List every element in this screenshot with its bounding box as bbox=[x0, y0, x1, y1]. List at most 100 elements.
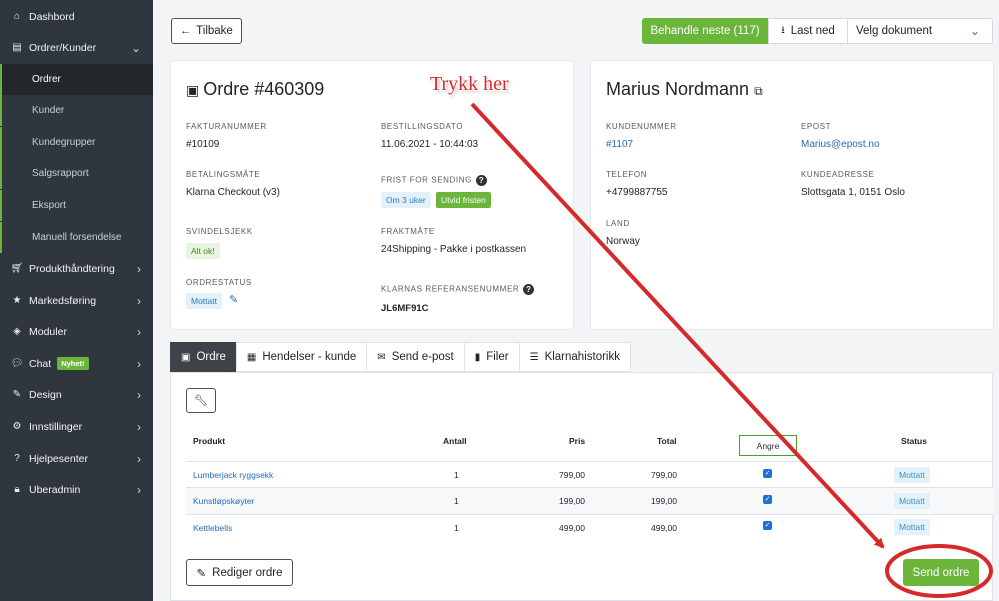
email-label: EPOST bbox=[801, 122, 832, 131]
sidebar-item-moduler[interactable]: ◈ Moduler › bbox=[0, 316, 153, 347]
product-link[interactable]: Kettlebells bbox=[193, 523, 232, 533]
deadline-label: FRIST FOR SENDING? bbox=[381, 175, 487, 186]
process-next-button[interactable]: Behandle neste (117) bbox=[642, 18, 768, 44]
sidebar-item-markedsforing[interactable]: ★ Markedsføring › bbox=[0, 285, 153, 316]
undo-checkbox[interactable]: ✓ bbox=[763, 495, 772, 504]
back-button[interactable]: ← Tilbake bbox=[171, 18, 242, 44]
customer-number-link[interactable]: #1107 bbox=[606, 139, 633, 150]
sidebar-subitem-manuell-forsendelse[interactable]: Manuell forsendelse bbox=[0, 222, 153, 253]
download-icon: ⭳ bbox=[781, 24, 785, 36]
col-header-product: Produkt bbox=[193, 436, 226, 446]
chevron-down-icon: ⌄ bbox=[130, 41, 141, 55]
product-link[interactable]: Lumberjack ryggsekk bbox=[193, 470, 273, 480]
deadline-badge: Om 3 uker bbox=[381, 192, 431, 208]
shipping-value: 24Shipping - Pakke i postkassen bbox=[381, 244, 527, 255]
chevron-right-icon: › bbox=[137, 262, 141, 276]
customer-number-label: KUNDENUMMER bbox=[606, 122, 677, 131]
download-button[interactable]: ⭳ Last ned bbox=[768, 18, 848, 44]
copy-icon[interactable]: ⧉ bbox=[754, 84, 763, 98]
chat-icon: 💬︎ bbox=[10, 358, 24, 369]
help-icon[interactable]: ? bbox=[475, 175, 487, 186]
calendar-icon: ▦ bbox=[246, 351, 257, 363]
undo-checkbox[interactable]: ✓ bbox=[763, 469, 772, 478]
table-divider bbox=[186, 461, 994, 462]
col-header-undo: Angre bbox=[739, 435, 797, 456]
price-cell: 799,00 bbox=[559, 470, 585, 480]
sidebar-subitem-eksport[interactable]: Eksport bbox=[0, 190, 153, 221]
chevron-down-icon: ⌄ bbox=[969, 24, 980, 38]
phone-label: TELEFON bbox=[606, 170, 648, 179]
status-badge: Mottatt bbox=[894, 467, 930, 483]
wrench-icon: 🔧︎ bbox=[194, 395, 208, 407]
country-value: Norway bbox=[606, 236, 640, 247]
undo-checkbox[interactable]: ✓ bbox=[763, 521, 772, 530]
chevron-right-icon: › bbox=[137, 294, 141, 308]
table-row bbox=[186, 488, 994, 514]
arrow-left-icon: ← bbox=[180, 25, 192, 37]
sidebar: ⌂ Dashbord ▤ Ordrer/Kunder ⌄ Ordrer Kunder… bbox=[0, 0, 153, 601]
email-link[interactable]: Marius@epost.no bbox=[801, 139, 880, 150]
sidebar-item-chat[interactable]: 💬︎ Chat Nyhet! › bbox=[0, 348, 153, 379]
sidebar-item-hjelpesenter[interactable]: ? Hjelpesenter › bbox=[0, 443, 153, 474]
envelope-icon: ✉ bbox=[377, 351, 386, 363]
chevron-right-icon: › bbox=[137, 388, 141, 402]
pencil-icon: ✎ bbox=[12, 389, 22, 400]
product-link[interactable]: Kunstløpskøyter bbox=[193, 496, 254, 506]
edit-status-icon[interactable]: ✎ bbox=[229, 293, 238, 306]
order-status-badge: Mottatt bbox=[186, 293, 222, 309]
fraud-status-badge: Alt ok! bbox=[186, 243, 220, 259]
shipping-label: FRAKTMÅTE bbox=[381, 227, 435, 236]
new-badge: Nyhet! bbox=[57, 357, 89, 370]
sidebar-item-design[interactable]: ✎ Design › bbox=[0, 379, 153, 410]
payment-value: Klarna Checkout (v3) bbox=[186, 187, 280, 198]
help-icon[interactable]: ? bbox=[523, 284, 535, 295]
cart-icon: 🛒︎ bbox=[10, 263, 24, 274]
fraud-check-label: SVINDELSJEKK bbox=[186, 227, 253, 236]
order-lines-panel: 🔧︎ Produkt Antall Pris Total Angre Statu… bbox=[170, 372, 994, 601]
col-header-total: Total bbox=[657, 436, 677, 446]
order-card: ▣ Ordre #460309 FAKTURANUMMER #10109 BEST… bbox=[170, 60, 574, 330]
chevron-right-icon: › bbox=[137, 357, 141, 371]
sidebar-item-dashbord[interactable]: ⌂ Dashbord bbox=[0, 1, 153, 32]
edit-order-button[interactable]: ✎ Rediger ordre bbox=[186, 559, 293, 586]
order-title: ▣ Ordre #460309 bbox=[186, 79, 325, 99]
send-order-button[interactable]: Send ordre bbox=[903, 559, 979, 586]
payment-label: BETALINGSMÅTE bbox=[186, 170, 261, 179]
sidebar-item-innstillinger[interactable]: ⚙ Innstillinger › bbox=[0, 411, 153, 442]
sidebar-subitem-ordrer[interactable]: Ordrer bbox=[0, 64, 153, 95]
sidebar-subitem-kunder[interactable]: Kunder bbox=[0, 95, 153, 126]
invoice-value: #10109 bbox=[186, 139, 220, 150]
home-icon: ⌂ bbox=[13, 11, 21, 22]
tab-send-epost[interactable]: ✉ Send e-post bbox=[366, 342, 464, 372]
address-label: KUNDEADRESSE bbox=[801, 170, 875, 179]
qty-cell: 1 bbox=[454, 470, 459, 480]
sidebar-subitem-salgsrapport[interactable]: Salgsrapport bbox=[0, 158, 153, 189]
star-icon: ★ bbox=[12, 295, 22, 306]
tab-hendelser-kunde[interactable]: ▦ Hendelser - kunde bbox=[235, 342, 367, 372]
sidebar-item-uberadmin[interactable]: 🔒︎ Uberadmin › bbox=[0, 474, 153, 505]
document-select[interactable]: Velg dokument ⌄ bbox=[847, 18, 993, 44]
list-icon: ☰ bbox=[529, 351, 539, 363]
file-icon: ▮ bbox=[474, 351, 481, 363]
inbox-icon: ▣ bbox=[186, 82, 200, 98]
chevron-right-icon: › bbox=[137, 483, 141, 497]
klarna-ref-value: JL6MF91C bbox=[381, 303, 429, 314]
tools-button[interactable]: 🔧︎ bbox=[186, 388, 216, 413]
chevron-right-icon: › bbox=[137, 420, 141, 434]
sidebar-item-ordrer-kunder[interactable]: ▤ Ordrer/Kunder ⌄ bbox=[0, 32, 153, 63]
sidebar-item-produkthandtering[interactable]: 🛒︎ Produkthåndtering › bbox=[0, 253, 153, 284]
tab-ordre[interactable]: ▣ Ordre bbox=[170, 342, 236, 372]
qty-cell: 1 bbox=[454, 496, 459, 506]
status-badge: Mottatt bbox=[894, 493, 930, 509]
order-date-value: 11.06.2021 - 10:44:03 bbox=[381, 139, 479, 150]
order-date-label: BESTILLINGSDATO bbox=[381, 122, 464, 131]
lock-icon: 🔒︎ bbox=[14, 484, 20, 495]
phone-value: +4799887755 bbox=[606, 187, 668, 198]
inbox-icon: ▣ bbox=[181, 351, 191, 363]
col-header-price: Pris bbox=[569, 436, 586, 446]
sidebar-subitem-kundegrupper[interactable]: Kundegrupper bbox=[0, 127, 153, 158]
extend-deadline-button[interactable]: Utvid fristen bbox=[436, 192, 491, 208]
tab-filer[interactable]: ▮ Filer bbox=[463, 342, 519, 372]
chevron-right-icon: › bbox=[137, 325, 141, 339]
tab-klarnahistorikk[interactable]: ☰ Klarnahistorikk bbox=[518, 342, 631, 372]
